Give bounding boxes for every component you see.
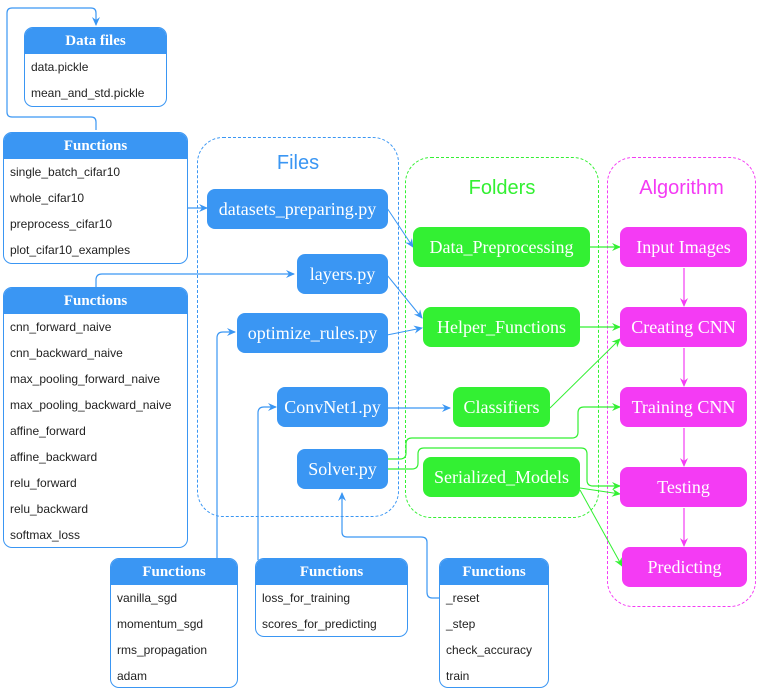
- file-optimize-rules[interactable]: optimize_rules.py: [237, 313, 388, 353]
- function-item: relu_backward: [10, 502, 89, 516]
- function-item: adam: [117, 669, 148, 683]
- file-datasets-preparing[interactable]: datasets_preparing.py: [207, 189, 388, 229]
- data-file-item: mean_and_std.pickle: [31, 86, 145, 100]
- function-item: affine_forward: [10, 424, 86, 438]
- folder-data-preprocessing[interactable]: Data_Preprocessing: [413, 227, 590, 267]
- function-item: whole_cifar10: [10, 191, 85, 205]
- algorithm-group-title: Algorithm: [639, 177, 724, 199]
- algorithm-group: Algorithm: [607, 157, 756, 607]
- function-item: max_pooling_backward_naive: [10, 398, 172, 412]
- functions-convnet-box: Functions loss_for_training scores_for_p…: [255, 558, 408, 637]
- functions-header: Functions: [111, 559, 237, 585]
- function-item: train: [446, 669, 470, 683]
- algo-predicting[interactable]: Predicting: [622, 547, 747, 587]
- folders-group-title: Folders: [468, 177, 536, 199]
- functions-layers-box: Functions cnn_forward_naive cnn_backward…: [3, 287, 188, 548]
- data-files-header: Data files: [25, 28, 166, 54]
- functions-header: Functions: [4, 288, 187, 314]
- functions-optimize-box: Functions vanilla_sgd momentum_sgd rms_p…: [110, 558, 238, 688]
- algo-input-images[interactable]: Input Images: [620, 227, 747, 267]
- function-item: max_pooling_forward_naive: [10, 372, 161, 386]
- function-item: single_batch_cifar10: [10, 165, 121, 179]
- functions-header: Functions: [256, 559, 407, 585]
- function-item: _step: [446, 617, 476, 631]
- folder-helper-functions[interactable]: Helper_Functions: [423, 307, 580, 347]
- data-files-box: Data files data.pickle mean_and_std.pick…: [24, 27, 167, 107]
- file-layers[interactable]: layers.py: [297, 254, 388, 294]
- functions-header: Functions: [4, 133, 187, 159]
- algo-creating-cnn[interactable]: Creating CNN: [620, 307, 747, 347]
- folder-classifiers[interactable]: Classifiers: [453, 387, 550, 427]
- function-item: relu_forward: [10, 476, 77, 490]
- functions-preparing-box: Functions single_batch_cifar10 whole_cif…: [3, 132, 188, 264]
- function-item: softmax_loss: [10, 528, 81, 542]
- function-item: plot_cifar10_examples: [10, 243, 131, 257]
- functions-solver-box: Functions _reset _step check_accuracy tr…: [439, 558, 549, 688]
- functions-header: Functions: [440, 559, 548, 585]
- function-item: scores_for_predicting: [262, 617, 377, 631]
- file-convnet1[interactable]: ConvNet1.py: [277, 387, 388, 427]
- function-item: loss_for_training: [262, 591, 351, 605]
- function-item: cnn_backward_naive: [10, 346, 123, 360]
- data-file-item: data.pickle: [31, 60, 89, 74]
- function-item: vanilla_sgd: [117, 591, 178, 605]
- function-item: check_accuracy: [446, 643, 533, 657]
- function-item: rms_propagation: [117, 643, 208, 657]
- function-item: preprocess_cifar10: [10, 217, 113, 231]
- files-group-title: Files: [276, 152, 320, 174]
- algo-testing[interactable]: Testing: [620, 467, 747, 507]
- function-item: affine_backward: [10, 450, 98, 464]
- folder-serialized-models[interactable]: Serialized_Models: [423, 457, 580, 497]
- file-solver[interactable]: Solver.py: [297, 449, 388, 489]
- algo-training-cnn[interactable]: Training CNN: [620, 387, 747, 427]
- function-item: momentum_sgd: [117, 617, 204, 631]
- function-item: _reset: [446, 591, 480, 605]
- function-item: cnn_forward_naive: [10, 320, 112, 334]
